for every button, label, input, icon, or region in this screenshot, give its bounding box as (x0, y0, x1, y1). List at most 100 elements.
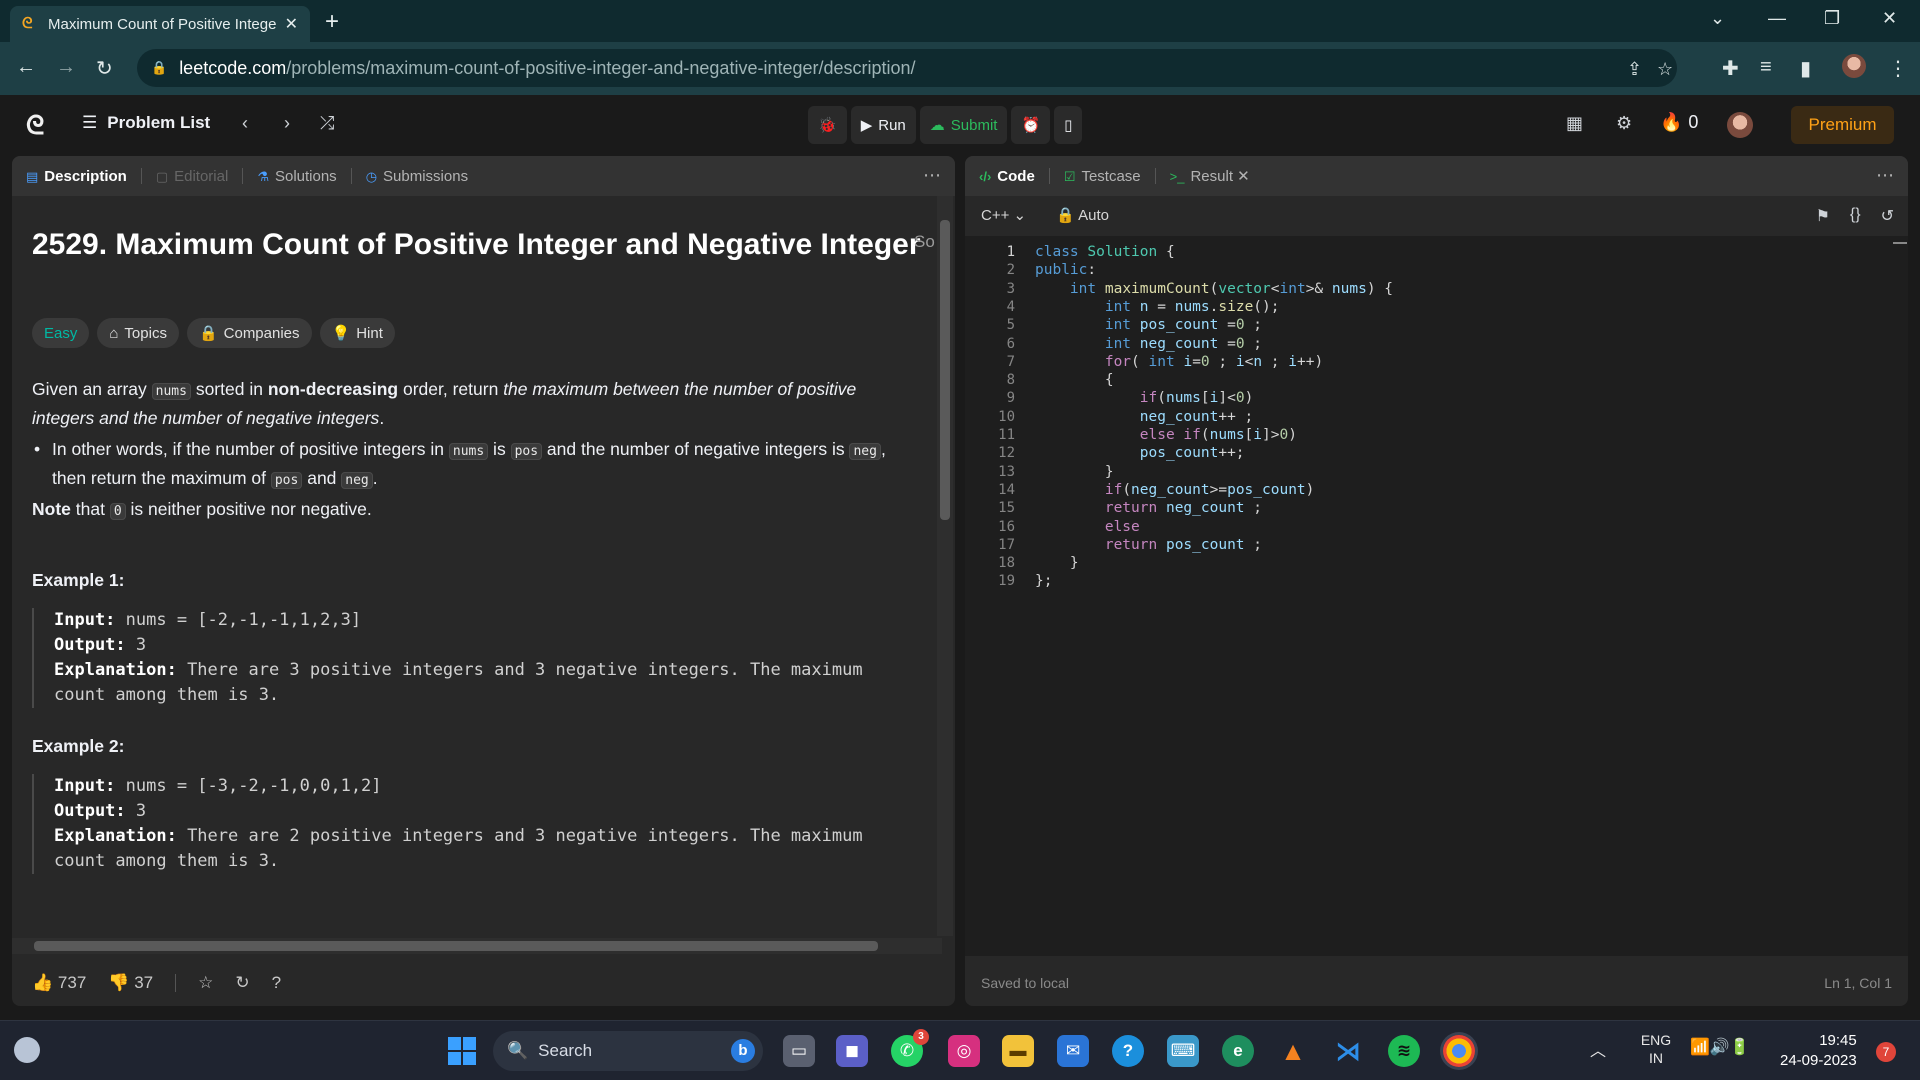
scroll-thumb[interactable] (34, 941, 878, 951)
task-view-icon[interactable]: ▭ (783, 1035, 815, 1067)
network-volume-battery-icon[interactable]: 📶🔊🔋 (1690, 1037, 1750, 1057)
problem-list-button[interactable]: ☰ Problem List (82, 113, 210, 133)
code-editor[interactable]: 1 2 3 4 5 6 7 8 9 10 11 12 13 14 15 16 17 18 19 class Solu… (965, 236, 1908, 956)
start-button[interactable] (448, 1037, 476, 1065)
debug-button[interactable]: 🐞 (808, 106, 847, 144)
file-explorer-icon[interactable]: ▬ (1002, 1035, 1034, 1067)
bold-text: Note (32, 499, 71, 519)
restore-icon[interactable]: ❐ (1824, 8, 1840, 29)
reset-icon[interactable]: ↺ (1881, 206, 1894, 226)
url-host: leetcode.com (179, 57, 287, 78)
reload-icon[interactable]: ↻ (96, 56, 113, 81)
back-icon[interactable]: ← (16, 56, 36, 79)
notes-button[interactable]: ▯ (1054, 106, 1083, 144)
share-icon[interactable]: ↻ (235, 973, 249, 993)
tab-search-icon[interactable]: ⌄ (1710, 8, 1725, 29)
run-button[interactable]: ▶ Run (850, 106, 916, 144)
forward-icon[interactable]: → (56, 56, 76, 79)
language-select[interactable]: C++ ⌄ (981, 206, 1026, 224)
horizontal-scrollbar[interactable] (12, 938, 942, 954)
scroll-thumb[interactable] (940, 220, 950, 520)
timer-button[interactable]: ⏰ (1011, 106, 1051, 144)
vertical-scrollbar[interactable] (937, 196, 953, 936)
dislike-button[interactable]: 👎 37 (108, 973, 153, 993)
input-language[interactable]: ENG IN (1636, 1031, 1676, 1067)
like-button[interactable]: 👍 737 (32, 973, 86, 993)
user-avatar[interactable] (1727, 112, 1753, 138)
checkbox-icon: ☑ (1063, 168, 1076, 184)
code-line: else (1104, 518, 1140, 535)
vlc-icon[interactable]: ▲ (1277, 1035, 1309, 1067)
problem-list-label: Problem List (107, 113, 211, 132)
extensions-icon[interactable]: ✚ (1722, 56, 1739, 81)
save-status: Saved to local (981, 975, 1069, 991)
tab-editorial[interactable]: ▢ Editorial (156, 168, 229, 185)
terminal-icon: >_ (1169, 169, 1185, 184)
side-panel-icon[interactable]: ▮ (1800, 56, 1811, 81)
tab-description[interactable]: ▤ Description (26, 168, 127, 185)
submit-button[interactable]: ☁ Submit (919, 106, 1008, 144)
vscode-icon[interactable]: ⋊ (1332, 1035, 1364, 1067)
profile-avatar[interactable] (1842, 54, 1866, 78)
keyboard-app-icon[interactable]: ⌨ (1167, 1035, 1199, 1067)
more-options-icon[interactable]: ⋯ (1876, 165, 1894, 186)
shuffle-icon[interactable]: ⤮ (320, 113, 334, 134)
premium-button[interactable]: Premium (1791, 106, 1894, 144)
inline-code: neg (849, 443, 881, 460)
autocomplete-toggle[interactable]: 🔒 Auto (1056, 206, 1109, 224)
teams-chat-icon[interactable]: ◼ (836, 1035, 868, 1067)
chrome-icon[interactable] (1443, 1035, 1475, 1067)
taskbar-search[interactable]: 🔍 Search b (493, 1031, 763, 1071)
example-2-block: Input: nums = [-3,-2,-1,0,0,1,2] Output:… (32, 774, 912, 874)
bookmark-star-icon[interactable]: ☆ (1657, 59, 1673, 80)
media-control-icon[interactable]: ≡ (1760, 56, 1772, 79)
close-window-icon[interactable]: ✕ (1882, 8, 1897, 29)
tab-submissions[interactable]: ◷ Submissions (366, 168, 468, 185)
format-braces-icon[interactable]: {} (1850, 206, 1861, 226)
edge-icon[interactable]: e (1222, 1035, 1254, 1067)
problem-tags: Easy ⌂ Topics 🔒 Companies 💡 Hint (32, 318, 395, 348)
hint-tag[interactable]: 💡 Hint (319, 318, 395, 348)
next-problem-icon[interactable]: › (284, 113, 290, 134)
notification-badge[interactable]: 7 (1876, 1042, 1896, 1062)
whatsapp-icon[interactable]: ✆ 3 (891, 1029, 929, 1067)
get-help-icon[interactable]: ? (1112, 1035, 1144, 1067)
bookmark-icon[interactable]: ⚑ (1816, 206, 1830, 226)
streak-counter[interactable]: 🔥 0 (1660, 112, 1698, 133)
settings-gear-icon[interactable]: ⚙ (1616, 113, 1632, 134)
chevron-up-icon[interactable]: ︿ (1590, 1037, 1606, 1061)
tab-result[interactable]: >_ Result ✕ (1170, 167, 1250, 185)
tab-solutions[interactable]: ⚗ Solutions (257, 168, 336, 185)
new-tab-icon[interactable]: + (325, 8, 339, 36)
share-icon[interactable]: ⇪ (1627, 59, 1642, 80)
layout-icon[interactable]: ▦ (1566, 113, 1583, 134)
tab-submissions-label: Submissions (383, 167, 469, 185)
region-code: IN (1649, 1050, 1663, 1066)
close-tab-icon[interactable]: ✕ (285, 14, 298, 34)
help-icon[interactable]: ? (272, 973, 281, 993)
minimize-icon[interactable]: — (1768, 8, 1786, 29)
instagram-icon[interactable]: ◎ (948, 1035, 980, 1067)
browser-tab[interactable]: ᘓ Maximum Count of Positive Integer and … (10, 6, 310, 42)
chrome-menu-icon[interactable]: ⋮ (1888, 56, 1908, 81)
companies-tag[interactable]: 🔒 Companies (186, 318, 312, 348)
taskbar-clock[interactable]: 19:45 24-09-2023 (1780, 1031, 1857, 1071)
prev-problem-icon[interactable]: ‹ (242, 113, 248, 134)
spotify-icon[interactable]: ≋ (1388, 1035, 1420, 1067)
topics-tag[interactable]: ⌂ Topics (97, 318, 179, 348)
weather-widget-icon[interactable] (14, 1037, 40, 1063)
leetcode-logo-icon[interactable]: ᘓ (26, 111, 52, 139)
close-tab-icon[interactable]: ✕ (1237, 168, 1250, 185)
text: and the number of negative integers is (542, 439, 850, 459)
address-bar[interactable]: 🔒 leetcode.com/problems/maximum-count-of… (137, 49, 1677, 87)
bing-icon[interactable]: b (731, 1039, 755, 1063)
favorite-star-icon[interactable]: ☆ (198, 973, 213, 993)
inline-code: 0 (109, 503, 126, 520)
mail-icon[interactable]: ✉ (1057, 1035, 1089, 1067)
text: Given an array (32, 379, 152, 399)
inline-code: pos (510, 443, 543, 460)
tab-code[interactable]: ‹/› Code (979, 168, 1035, 185)
more-options-icon[interactable]: ⋯ (923, 165, 941, 186)
code-line: }; (1035, 573, 1053, 590)
tab-testcase[interactable]: ☑ Testcase (1064, 168, 1141, 185)
